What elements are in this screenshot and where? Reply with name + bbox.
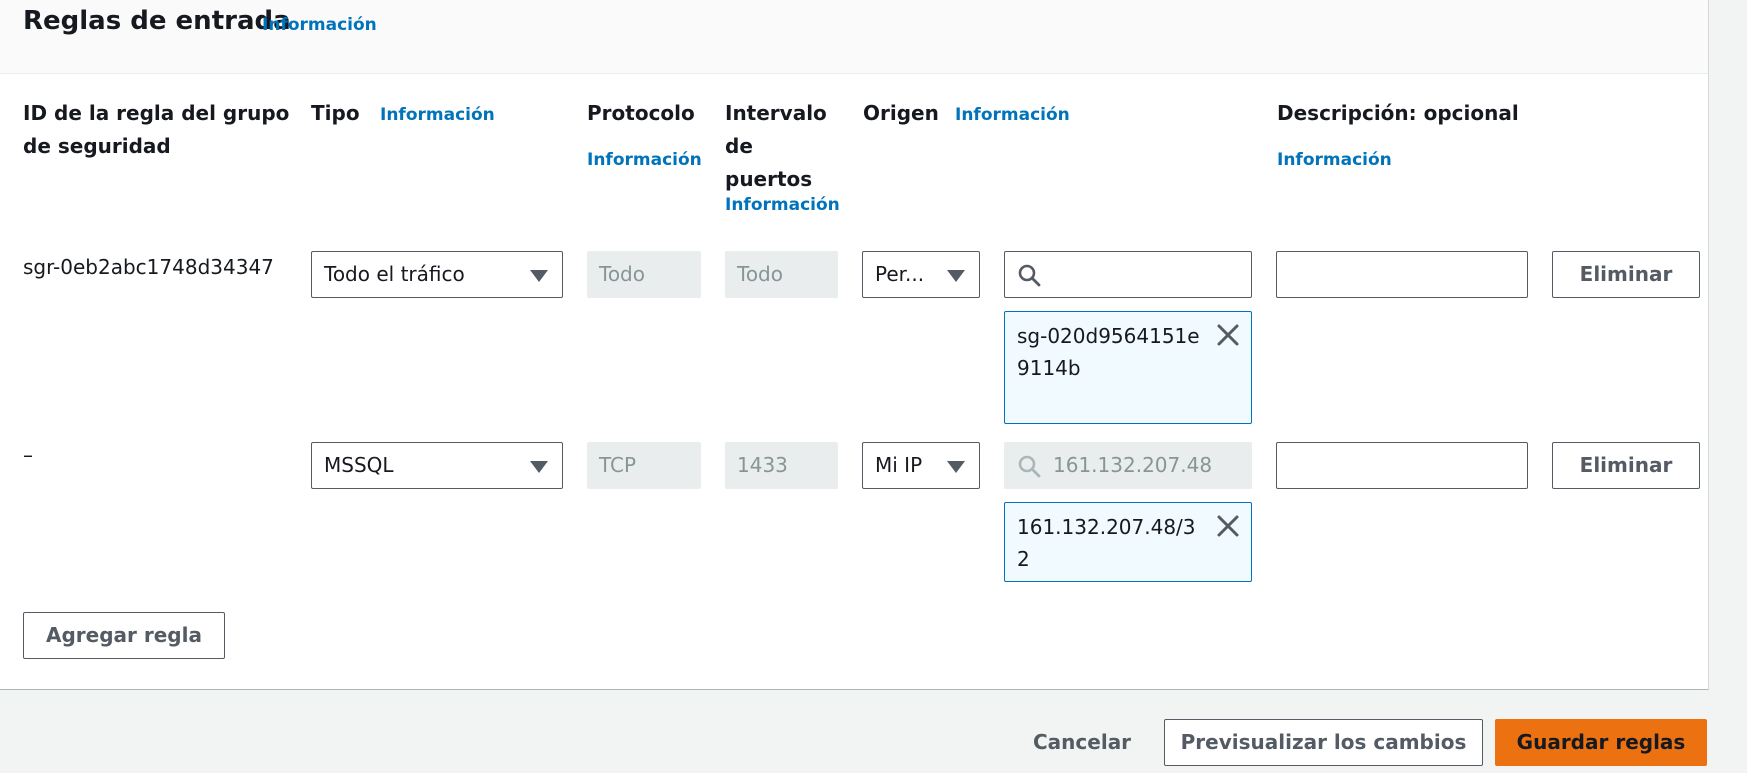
description-info-link[interactable]: Información (1277, 150, 1392, 170)
delete-rule-button[interactable]: Eliminar (1552, 251, 1700, 298)
section-title: Reglas de entrada (23, 6, 291, 36)
source-select-value: Per... (875, 262, 925, 286)
source-token-label: sg-020d9564151e9114b (1017, 324, 1200, 380)
port-range-info-link[interactable]: Información (725, 195, 840, 215)
source-select[interactable]: Mi IP (862, 442, 980, 489)
column-header-protocol: Protocolo (587, 101, 695, 125)
description-value (1277, 262, 1289, 286)
preview-changes-button[interactable]: Previsualizar los cambios (1164, 719, 1483, 766)
type-select-value: MSSQL (324, 453, 394, 477)
column-header-type: Tipo (311, 101, 360, 125)
close-icon[interactable] (1215, 322, 1241, 348)
source-token: 161.132.207.48/32 (1004, 502, 1252, 582)
column-header-source: Origen (863, 101, 939, 125)
description-input[interactable] (1276, 442, 1528, 489)
description-input[interactable] (1276, 251, 1528, 298)
source-search-input: 161.132.207.48 (1004, 442, 1252, 489)
caret-down-icon (947, 461, 965, 473)
search-icon (1018, 455, 1041, 478)
column-header-description: Descripción: opcional (1277, 101, 1519, 125)
add-rule-button[interactable]: Agregar regla (23, 612, 225, 659)
source-select[interactable]: Per... (862, 251, 980, 298)
close-icon[interactable] (1215, 513, 1241, 539)
source-select-value: Mi IP (875, 453, 923, 477)
section-info-link[interactable]: Información (262, 15, 377, 35)
type-select[interactable]: Todo el tráfico (311, 251, 563, 298)
save-rules-button[interactable]: Guardar reglas (1495, 719, 1707, 766)
protocol-field: Todo (587, 251, 701, 298)
cancel-button[interactable]: Cancelar (1033, 730, 1131, 754)
column-header-rule-id: ID de la regla del grupo de seguridad (23, 101, 290, 158)
source-search-placeholder: 161.132.207.48 (1053, 453, 1213, 477)
port-range-field: 1433 (725, 442, 838, 489)
delete-rule-button[interactable]: Eliminar (1552, 442, 1700, 489)
source-info-link[interactable]: Información (955, 105, 1070, 125)
source-token: sg-020d9564151e9114b (1004, 311, 1252, 424)
description-value (1277, 453, 1289, 477)
panel-header: Reglas de entrada Información (0, 0, 1708, 74)
source-search-input[interactable] (1004, 251, 1252, 298)
caret-down-icon (947, 270, 965, 282)
rule-id: – (23, 443, 33, 467)
type-info-link[interactable]: Información (380, 105, 495, 125)
protocol-info-link[interactable]: Información (587, 150, 702, 170)
protocol-field: TCP (587, 442, 701, 489)
type-select-value: Todo el tráfico (324, 262, 465, 286)
type-select[interactable]: MSSQL (311, 442, 563, 489)
rule-id: sgr-0eb2abc1748d34347 (23, 255, 274, 279)
source-token-label: 161.132.207.48/32 (1017, 515, 1196, 571)
port-range-field: Todo (725, 251, 838, 298)
search-icon (1018, 264, 1041, 287)
column-header-port-range: Intervalo de puertos (725, 101, 827, 191)
caret-down-icon (530, 461, 548, 473)
inbound-rules-panel: Reglas de entrada Información ID de la r… (0, 0, 1709, 690)
caret-down-icon (530, 270, 548, 282)
